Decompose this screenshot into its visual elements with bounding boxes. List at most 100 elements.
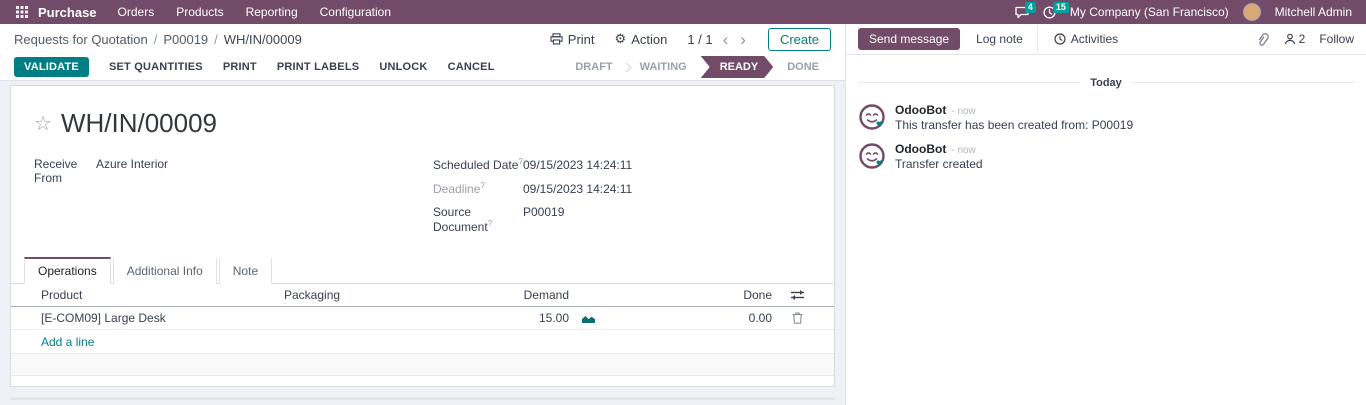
print-label: Print	[568, 32, 595, 47]
receive-from-value[interactable]: Azure Interior	[96, 157, 168, 171]
chatter-message: OdooBot now Transfer created	[858, 142, 1354, 171]
breadcrumb: Requests for Quotation P00019 WH/IN/0000…	[14, 32, 302, 47]
follow-button[interactable]: Follow	[1319, 32, 1354, 46]
message-body: Transfer created	[895, 157, 983, 171]
messages-systray-button[interactable]: 4	[1015, 6, 1029, 19]
notebook-tabs: Operations Additional Info Note	[11, 257, 834, 284]
col-done[interactable]: Done	[609, 288, 772, 302]
source-document-label: Source Document?	[433, 205, 523, 234]
apps-menu-button[interactable]	[8, 6, 36, 18]
create-button[interactable]: Create	[768, 28, 831, 51]
print-button[interactable]: PRINT	[223, 61, 257, 73]
action-label: Action	[631, 32, 667, 47]
table-row[interactable]: [E-COM09] Large Desk 15.00 0.00	[11, 307, 834, 330]
state-done[interactable]: DONE	[775, 61, 831, 73]
nav-menu-orders[interactable]: Orders	[107, 0, 166, 24]
message-author[interactable]: OdooBot	[895, 142, 946, 156]
messages-count-badge: 4	[1025, 2, 1036, 13]
unlock-button[interactable]: UNLOCK	[379, 61, 427, 73]
operations-table: Product Packaging Demand Done	[11, 284, 834, 400]
log-note-button[interactable]: Log note	[976, 32, 1037, 46]
set-quantities-button[interactable]: SET QUANTITIES	[109, 61, 203, 73]
follower-person-icon	[1284, 33, 1296, 45]
tab-operations[interactable]: Operations	[24, 257, 111, 284]
print-labels-button[interactable]: PRINT LABELS	[277, 61, 359, 73]
company-switcher[interactable]: My Company (San Francisco)	[1070, 5, 1229, 19]
nav-menu-products[interactable]: Products	[165, 0, 234, 24]
state-waiting[interactable]: WAITING	[628, 61, 699, 73]
send-message-button[interactable]: Send message	[858, 28, 960, 50]
chatter-message: OdooBot now This transfer has been creat…	[858, 103, 1354, 132]
pager-value: 1 / 1	[687, 32, 712, 47]
message-thread: Today OdooBot now	[846, 55, 1366, 191]
breadcrumb-rfq[interactable]: Requests for Quotation	[14, 32, 163, 47]
nav-menu-configuration[interactable]: Configuration	[309, 0, 402, 24]
empty-row	[11, 376, 834, 398]
add-line-link[interactable]: Add a line	[41, 335, 94, 349]
tab-note[interactable]: Note	[219, 257, 272, 284]
cell-demand[interactable]: 15.00	[474, 311, 569, 325]
odoobot-avatar	[858, 142, 886, 170]
status-button-bar: VALIDATE SET QUANTITIES PRINT PRINT LABE…	[0, 54, 845, 81]
status-pipeline: DRAFT WAITING READY DONE	[563, 56, 831, 78]
state-ready[interactable]: READY	[701, 56, 774, 78]
col-packaging[interactable]: Packaging	[284, 288, 474, 302]
pager-next-icon[interactable]: ›	[738, 31, 748, 48]
source-document-value[interactable]: P00019	[523, 205, 564, 219]
activity-clock-icon	[1054, 33, 1066, 45]
empty-row	[11, 354, 834, 376]
attachment-paperclip-icon[interactable]	[1256, 32, 1270, 47]
forecast-chart-icon[interactable]	[569, 313, 609, 324]
odoobot-avatar	[858, 103, 886, 131]
app-name[interactable]: Purchase	[36, 5, 107, 20]
add-line-row: Add a line	[11, 330, 834, 354]
scheduled-date-value[interactable]: 09/15/2023 14:24:11	[523, 158, 632, 172]
favorite-star-icon[interactable]: ☆	[34, 114, 52, 134]
deadline-label: Deadline?	[433, 181, 523, 196]
message-time: now	[951, 106, 975, 117]
printer-icon	[550, 33, 563, 45]
top-navbar: Purchase Orders Products Reporting Confi…	[0, 0, 1366, 24]
gear-icon: ⚙	[615, 31, 627, 47]
tab-additional-info[interactable]: Additional Info	[113, 257, 217, 284]
record-title: WH/IN/00009	[61, 108, 217, 139]
deadline-value[interactable]: 09/15/2023 14:24:11	[523, 182, 632, 196]
pager-previous-icon[interactable]: ‹	[721, 31, 731, 48]
col-demand[interactable]: Demand	[474, 288, 569, 302]
receive-from-label: Receive From	[34, 157, 96, 185]
delete-row-trash-icon[interactable]	[772, 312, 822, 324]
control-panel: Requests for Quotation P00019 WH/IN/0000…	[0, 24, 845, 54]
form-sheet: ☆ WH/IN/00009 Receive From Azure Interio…	[10, 85, 835, 387]
state-draft[interactable]: DRAFT	[563, 61, 624, 73]
list-end-divider	[11, 398, 834, 400]
apps-grid-icon	[16, 6, 28, 18]
activities-systray-button[interactable]: 15	[1043, 6, 1056, 19]
followers-count: 2	[1299, 32, 1306, 46]
activities-button[interactable]: Activities	[1037, 26, 1134, 52]
breadcrumb-current: WH/IN/00009	[224, 32, 302, 47]
table-header-row: Product Packaging Demand Done	[11, 284, 834, 307]
chatter-panel: Send message Log note Activities	[845, 24, 1366, 405]
cell-done[interactable]: 0.00	[609, 311, 772, 325]
cancel-button[interactable]: CANCEL	[448, 61, 495, 73]
validate-button[interactable]: VALIDATE	[14, 57, 89, 77]
activities-label: Activities	[1071, 32, 1118, 46]
activities-count-badge: 15	[1053, 2, 1069, 13]
message-body: This transfer has been created from: P00…	[895, 118, 1133, 132]
cell-product[interactable]: [E-COM09] Large Desk	[41, 311, 284, 325]
print-menu-button[interactable]: Print	[550, 32, 595, 47]
message-author[interactable]: OdooBot	[895, 103, 946, 117]
date-divider-label: Today	[1080, 77, 1132, 89]
date-divider: Today	[858, 73, 1354, 91]
user-menu[interactable]: Mitchell Admin	[1275, 5, 1352, 19]
followers-button[interactable]: 2	[1284, 32, 1306, 46]
optional-columns-icon[interactable]	[772, 289, 822, 301]
col-product[interactable]: Product	[41, 288, 284, 302]
chatter-toolbar: Send message Log note Activities	[846, 24, 1366, 55]
user-avatar	[1243, 3, 1261, 21]
message-time: now	[951, 145, 975, 156]
action-menu-button[interactable]: ⚙ Action	[615, 31, 668, 47]
breadcrumb-p00019[interactable]: P00019	[163, 32, 223, 47]
form-view-panel: Requests for Quotation P00019 WH/IN/0000…	[0, 24, 845, 405]
nav-menu-reporting[interactable]: Reporting	[235, 0, 309, 24]
